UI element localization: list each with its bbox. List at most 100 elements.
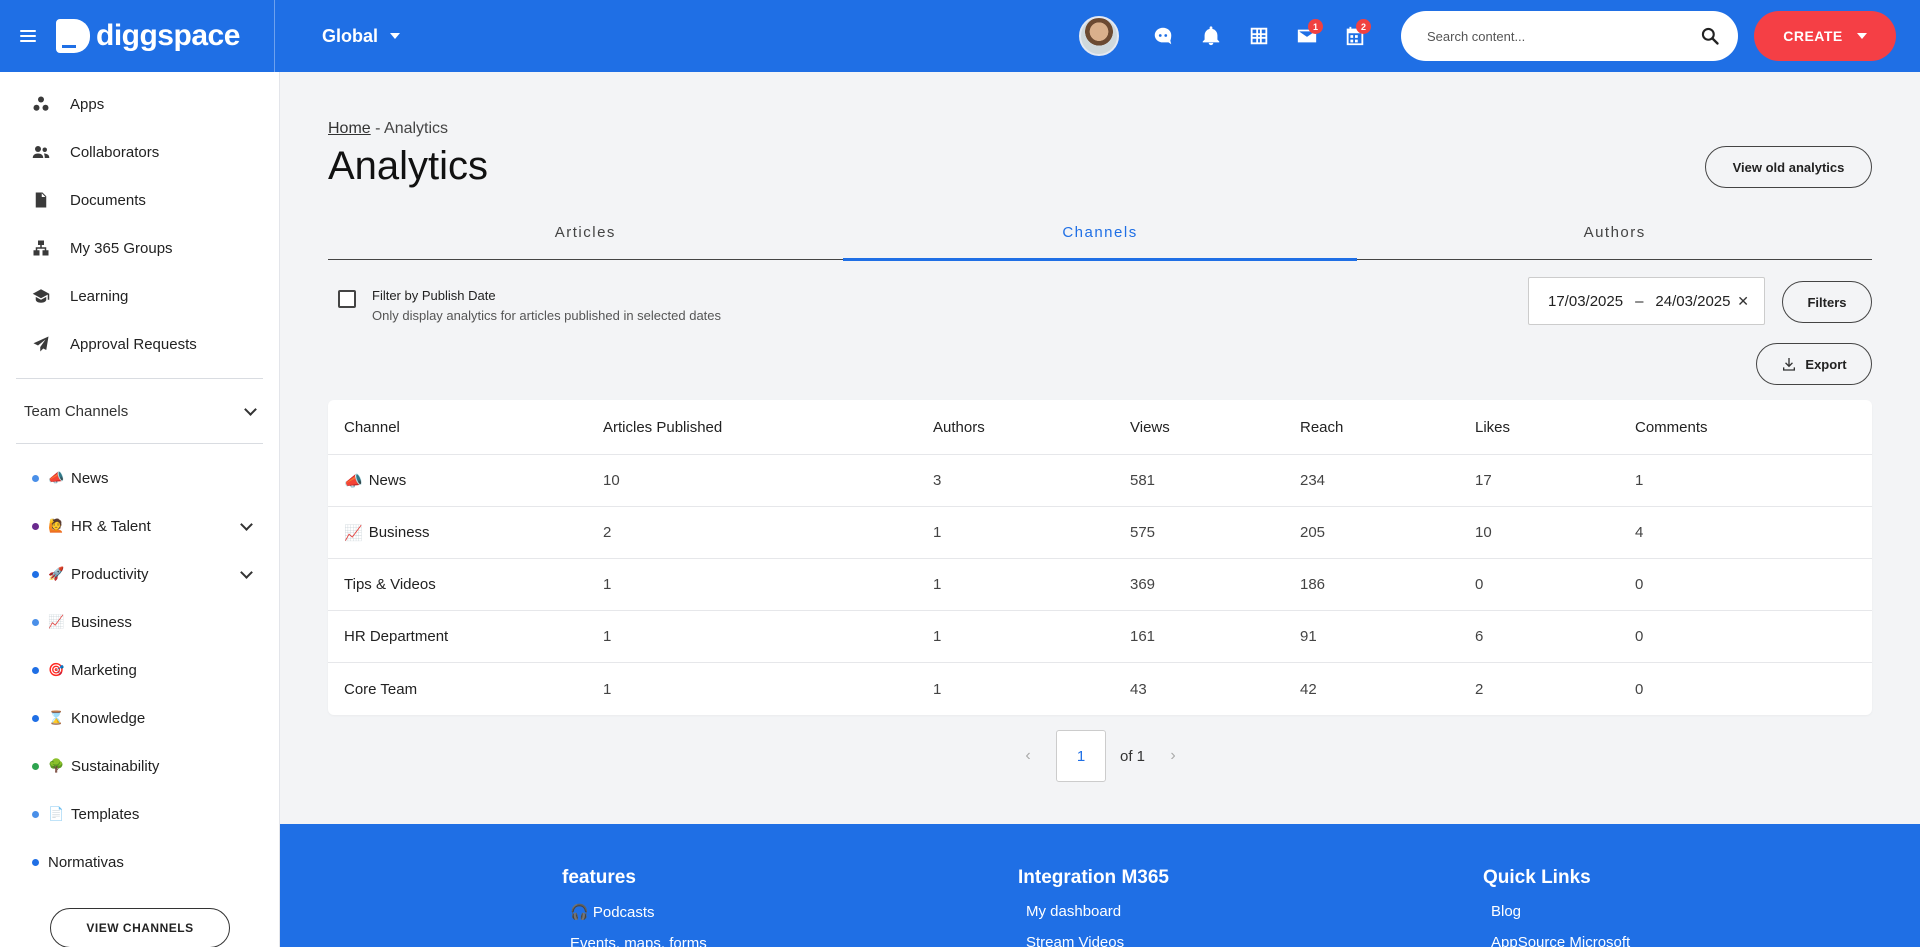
- mail-button[interactable]: 1: [1283, 16, 1331, 56]
- channel-cell: 📈 Business: [328, 524, 603, 542]
- view-old-analytics-button[interactable]: View old analytics: [1705, 146, 1872, 188]
- bot-icon: [1154, 27, 1172, 45]
- column-header[interactable]: Authors: [933, 419, 1130, 436]
- search-icon[interactable]: [1700, 26, 1720, 46]
- bot-button[interactable]: [1139, 16, 1187, 56]
- tab-authors[interactable]: Authors: [1357, 220, 1872, 259]
- footer-link[interactable]: AppSource Microsoft: [1483, 934, 1630, 947]
- filters-button[interactable]: Filters: [1782, 281, 1872, 323]
- footer-link[interactable]: Stream Videos: [1018, 934, 1169, 947]
- page-title: Analytics: [328, 144, 489, 188]
- person-raising-hand-icon: 🙋: [48, 518, 65, 533]
- table-row[interactable]: HR Department 1 1 161 91 6 0: [328, 611, 1872, 663]
- channel-name: News: [368, 472, 407, 489]
- channel-item-productivity[interactable]: 🚀 Productivity: [0, 550, 279, 598]
- filter-hint: Only display analytics for articles publ…: [372, 308, 722, 323]
- view-channels-button[interactable]: VIEW CHANNELS: [50, 908, 230, 947]
- sidebar-item-documents[interactable]: Documents: [0, 176, 279, 224]
- reach-cell: 234: [1300, 472, 1326, 489]
- column-header[interactable]: Articles Published: [603, 419, 933, 436]
- export-button[interactable]: Export: [1756, 343, 1872, 385]
- channel-item-marketing[interactable]: 🎯 Marketing: [0, 646, 279, 694]
- pagination: ‹ 1 of 1 ›: [1014, 730, 1187, 782]
- channel-dot: [32, 570, 39, 578]
- channel-item-hr-talent[interactable]: 🙋 HR & Talent: [0, 502, 279, 550]
- comments-cell: 0: [1635, 576, 1644, 593]
- team-channels-toggle[interactable]: Team Channels: [0, 379, 279, 443]
- calendar-badge: 2: [1356, 19, 1371, 34]
- channel-dot: [32, 666, 39, 674]
- sidebar-item-learning[interactable]: Learning: [0, 272, 279, 320]
- breadcrumb-home-link[interactable]: Home: [328, 120, 371, 137]
- scope-label: Global: [322, 25, 379, 46]
- footer-link[interactable]: 🎧 Podcasts: [562, 903, 707, 921]
- views-cell: 161: [1130, 628, 1156, 645]
- channel-item-business[interactable]: 📈 Business: [0, 598, 279, 646]
- footer-heading: Quick Links: [1483, 867, 1591, 888]
- table-row[interactable]: Tips & Videos 1 1 369 186 0 0: [328, 559, 1872, 611]
- channel-item-sustainability[interactable]: 🌳 Sustainability: [0, 742, 279, 790]
- caret-down-icon: [1856, 33, 1867, 39]
- footer-heading: Integration M365: [1018, 867, 1169, 888]
- authors-cell: 3: [933, 472, 942, 489]
- clear-date-icon[interactable]: ✕: [1737, 293, 1749, 310]
- table-row[interactable]: Core Team 1 1 43 42 2 0: [328, 663, 1872, 715]
- date-to[interactable]: 24/03/2025: [1655, 293, 1730, 310]
- chevron-down-icon[interactable]: [240, 517, 253, 531]
- channel-item-normativas[interactable]: Normativas: [0, 838, 279, 886]
- footer-link[interactable]: Blog: [1483, 903, 1630, 920]
- views-cell: 369: [1130, 576, 1156, 593]
- logo-text[interactable]: diggspace: [96, 19, 240, 53]
- avatar[interactable]: [1079, 16, 1119, 56]
- apps-grid-button[interactable]: [1235, 16, 1283, 56]
- authors-cell: 1: [933, 576, 942, 593]
- tab-articles[interactable]: Articles: [328, 220, 843, 259]
- footer-link[interactable]: Events, maps, forms: [562, 935, 707, 947]
- breadcrumb-separator: -: [370, 120, 385, 137]
- column-header[interactable]: Views: [1130, 419, 1300, 436]
- table-row[interactable]: 📣 News 10 3 581 234 17 1: [328, 455, 1872, 507]
- sidebar-item-collaborators[interactable]: Collaborators: [0, 128, 279, 176]
- chevron-right-icon[interactable]: ›: [1159, 747, 1187, 765]
- search-input[interactable]: [1427, 28, 1700, 44]
- column-header[interactable]: Comments: [1635, 419, 1835, 436]
- sidebar-item-label: Apps: [70, 95, 105, 113]
- articles-cell: 10: [603, 472, 620, 489]
- notifications-button[interactable]: [1187, 16, 1235, 56]
- tab-channels[interactable]: Channels: [842, 220, 1358, 261]
- sidebar-item-apps[interactable]: Apps: [0, 80, 279, 128]
- graduation-cap-icon: [32, 289, 50, 303]
- date-range-picker[interactable]: 17/03/2025 – 24/03/2025 ✕: [1528, 277, 1765, 325]
- column-header[interactable]: Likes: [1475, 419, 1635, 436]
- views-cell: 575: [1130, 524, 1156, 541]
- sidebar-item-my-365-groups[interactable]: My 365 Groups: [0, 224, 279, 272]
- channel-item-knowledge[interactable]: ⌛ Knowledge: [0, 694, 279, 742]
- channel-dot: [32, 858, 39, 866]
- menu-icon[interactable]: [20, 30, 36, 42]
- date-from[interactable]: 17/03/2025: [1548, 293, 1623, 310]
- publish-date-filter: Filter by Publish Date Only display anal…: [338, 288, 721, 323]
- table-row[interactable]: 📈 Business 2 1 575 205 10 4: [328, 507, 1872, 559]
- chevron-left-icon[interactable]: ‹: [1014, 747, 1042, 765]
- column-header[interactable]: Channel: [328, 419, 603, 436]
- scope-selector[interactable]: Global: [322, 25, 401, 47]
- grid-icon: [1250, 27, 1268, 45]
- groups-icon: [33, 240, 49, 256]
- create-button[interactable]: CREATE: [1754, 11, 1896, 61]
- column-header[interactable]: Reach: [1300, 419, 1475, 436]
- channel-item-templates[interactable]: 📄 Templates: [0, 790, 279, 838]
- channel-cell: HR Department: [328, 628, 603, 645]
- sidebar-item-approval-requests[interactable]: Approval Requests: [0, 320, 279, 368]
- breadcrumb-current: Analytics: [384, 120, 449, 137]
- likes-cell: 17: [1475, 472, 1492, 489]
- publish-date-checkbox[interactable]: [338, 290, 356, 308]
- chevron-down-icon[interactable]: [240, 565, 253, 579]
- calendar-button[interactable]: 2: [1331, 16, 1379, 56]
- channel-name: HR Department: [344, 628, 449, 645]
- page-number-box[interactable]: 1: [1056, 730, 1106, 782]
- channel-item-news[interactable]: 📣 News: [0, 454, 279, 502]
- authors-cell: 1: [933, 680, 942, 698]
- reach-cell: 91: [1300, 628, 1317, 645]
- logo-icon[interactable]: [56, 19, 90, 53]
- footer-link[interactable]: My dashboard: [1018, 903, 1169, 920]
